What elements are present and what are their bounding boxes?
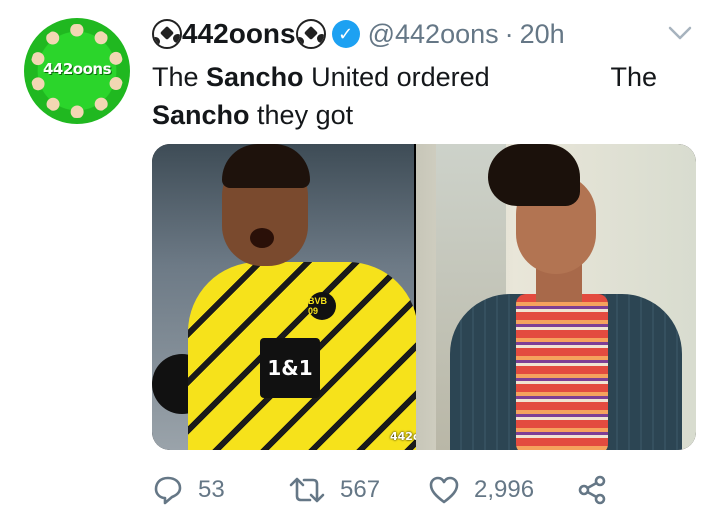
reply-icon [154,476,182,505]
user-handle[interactable]: @442oons [368,19,499,50]
like-count: 2,996 [474,476,535,503]
display-name[interactable]: 442oons [152,18,326,50]
retweet-count: 567 [340,476,381,503]
share-button[interactable] [576,474,608,506]
chevron-down-icon[interactable] [666,20,694,44]
tweet-text-bold: Sancho [206,62,304,92]
like-icon [429,476,459,504]
media-image-left[interactable]: BVB 09 1&1 442oons [152,144,442,450]
reply-button[interactable]: 53 [152,474,288,506]
tweet-actions: 53 567 2,996 [152,472,608,508]
like-button[interactable]: 2,996 [428,474,576,506]
soccer-ball-icon [295,19,326,49]
retweet-icon [289,477,325,503]
tweet-text-segment: United ordered [303,62,490,92]
reply-count: 53 [198,476,225,503]
verified-badge-icon: ✓ [331,20,360,48]
display-name-text: 442oons [182,18,296,49]
club-crest: BVB 09 [308,292,336,320]
tweet-header: 442oons ✓ @442oons · 20h [152,16,565,52]
tweet-text: The Sancho United ordered The Sancho the… [152,58,692,134]
tweet-text-bold: Sancho [152,100,250,130]
avatar-brand-text: 442oons [42,60,112,78]
separator-dot: · [504,18,514,49]
share-icon [578,475,606,505]
hair [488,144,580,206]
avatar[interactable]: 442oons [24,18,130,124]
striped-shirt [516,294,608,450]
sponsor-logo: 1&1 [260,338,320,398]
media-image-right[interactable] [416,144,696,450]
soccer-ball-icon [152,19,182,49]
tweet-text-segment: The [152,62,207,92]
tweet-text-segment: The [610,62,657,92]
player-hair [222,144,310,188]
player-mouth [250,228,274,248]
tweet-text-segment: they got [249,100,354,130]
tweet-timestamp[interactable]: 20h [520,19,565,50]
retweet-button[interactable]: 567 [288,474,428,506]
tweet-media[interactable]: BVB 09 1&1 442oons [152,144,696,450]
